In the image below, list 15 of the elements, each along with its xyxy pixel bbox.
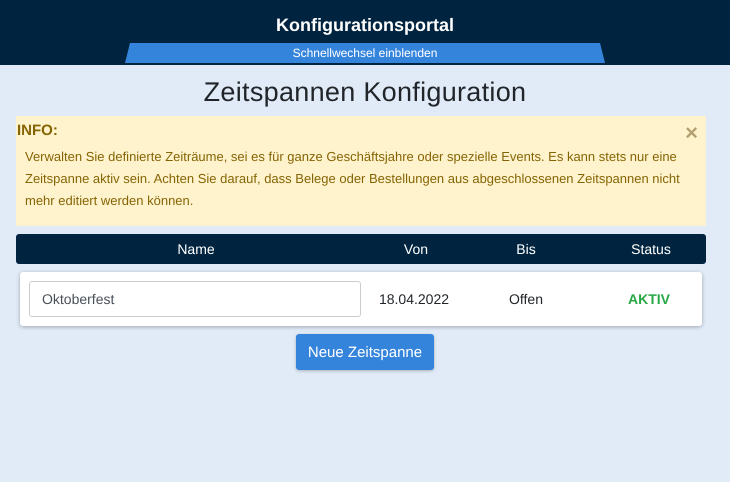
- status-label: AKTIV: [627, 291, 671, 307]
- table-cell-text: Offen: [508, 291, 544, 307]
- column-header: Von: [402, 241, 430, 257]
- info-heading: INFO:: [17, 122, 58, 139]
- portal-title: Konfigurationsportal: [276, 15, 454, 36]
- info-text: Verwalten Sie definierte Zeiträume, sei es für ganze Geschäftsjahre oder spezielle Events. Es kann stets nur eine Zeitspanne aktiv sein. Achten Sie darauf, dass Belege oder Bestellungen aus abgeschlossenen Zeitspannen nicht mehr editiert werden können.: [25, 148, 681, 210]
- close-button[interactable]: ×: [685, 124, 698, 142]
- table-cell-text: 18.04.2022: [378, 291, 450, 307]
- page-title: Zeitspannen Konfiguration: [202, 77, 528, 108]
- column-header: Name: [176, 241, 216, 257]
- name-field[interactable]: Oktoberfest: [29, 281, 361, 317]
- quick-switch-tab[interactable]: Schnellwechsel einblenden: [125, 43, 605, 63]
- column-header: Bis: [515, 241, 537, 257]
- column-header: Status: [630, 241, 672, 257]
- new-timespan-button[interactable]: Neue Zeitspanne: [296, 334, 434, 370]
